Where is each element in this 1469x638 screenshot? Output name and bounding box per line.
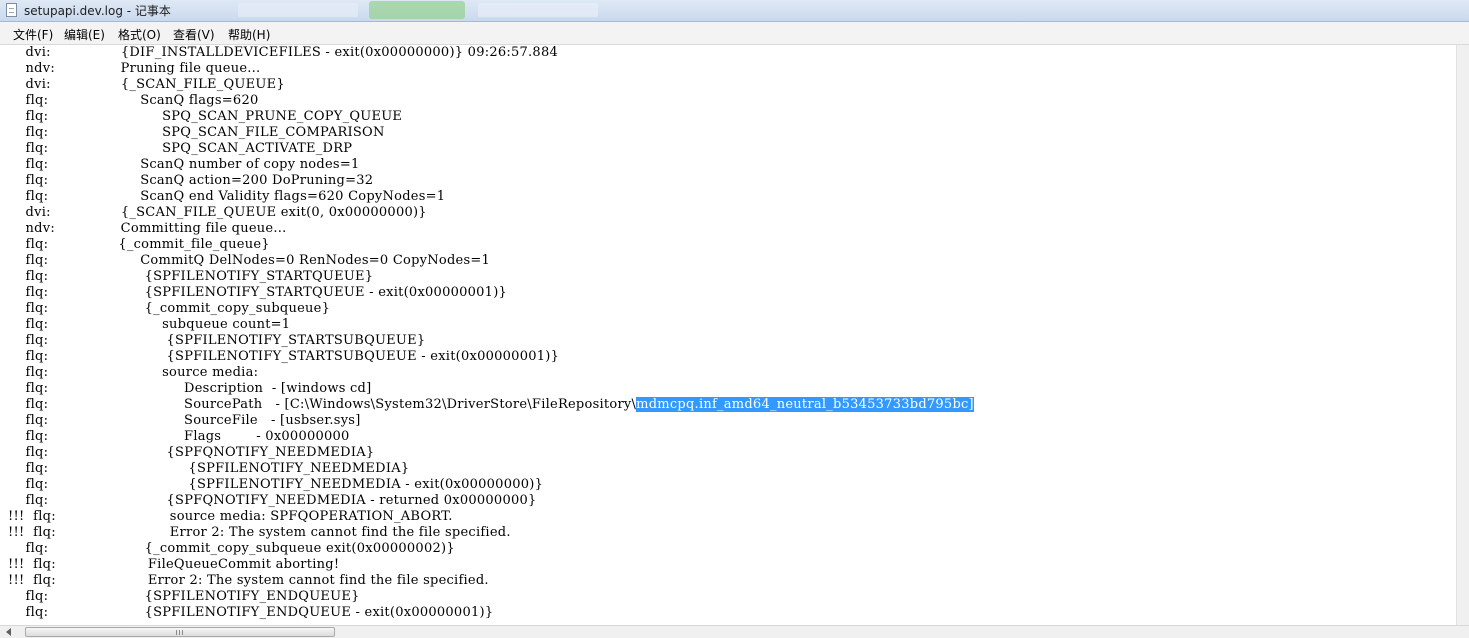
menu-file[interactable]: 文件(F) bbox=[13, 26, 53, 43]
log-line: flq: ScanQ number of copy nodes=1 bbox=[8, 157, 360, 172]
log-line: flq: ScanQ flags=620 bbox=[8, 93, 259, 108]
log-line: dvi: {_SCAN_FILE_QUEUE exit(0, 0x0000000… bbox=[8, 205, 427, 220]
background-green-button bbox=[369, 1, 465, 19]
log-line: flq: {_commit_copy_subqueue exit(0x00000… bbox=[8, 541, 455, 556]
log-line: flq: SPQ_SCAN_PRUNE_COPY_QUEUE bbox=[8, 109, 403, 124]
log-line: ndv: Committing file queue... bbox=[8, 221, 287, 236]
log-line: flq: {SPFQNOTIFY_NEEDMEDIA - returned 0x… bbox=[8, 493, 537, 508]
background-window-strip bbox=[238, 3, 358, 17]
background-window-strip-2 bbox=[478, 3, 598, 17]
log-line: ndv: Pruning file queue... bbox=[8, 61, 261, 76]
horizontal-scroll-thumb[interactable] bbox=[25, 627, 335, 637]
log-line: flq: subqueue count=1 bbox=[8, 317, 291, 332]
scroll-left-arrow-icon[interactable] bbox=[6, 628, 11, 636]
log-line: !!! flq: Error 2: The system cannot find… bbox=[8, 573, 489, 588]
log-line: flq: SPQ_SCAN_ACTIVATE_DRP bbox=[8, 141, 353, 156]
vertical-scrollbar[interactable] bbox=[1456, 45, 1469, 625]
log-line: flq: Description - [windows cd] bbox=[8, 381, 372, 396]
menu-view[interactable]: 查看(V) bbox=[173, 26, 215, 43]
menu-bar: 文件(F) 编辑(E) 格式(O) 查看(V) 帮助(H) bbox=[0, 22, 1469, 45]
selected-text[interactable]: mdmcpq.inf_amd64_neutral_b53453733bd795b… bbox=[636, 397, 974, 412]
log-line: flq: {SPFILENOTIFY_STARTSUBQUEUE - exit(… bbox=[8, 349, 560, 364]
log-line: flq: {SPFILENOTIFY_NEEDMEDIA} bbox=[8, 461, 410, 476]
notepad-document-icon bbox=[6, 3, 17, 17]
log-line: flq: {SPFILENOTIFY_NEEDMEDIA - exit(0x00… bbox=[8, 477, 544, 492]
log-line: flq: ScanQ action=200 DoPruning=32 bbox=[8, 173, 374, 188]
log-line: flq: ScanQ end Validity flags=620 CopyNo… bbox=[8, 189, 446, 204]
log-line: !!! flq: FileQueueCommit aborting! bbox=[8, 557, 340, 572]
log-line: flq: SPQ_SCAN_FILE_COMPARISON bbox=[8, 125, 385, 140]
title-bar: setupapi.dev.log - 记事本 bbox=[0, 0, 1469, 22]
log-line: flq: source media: bbox=[8, 365, 259, 380]
log-line: dvi: {_SCAN_FILE_QUEUE} bbox=[8, 77, 285, 92]
log-line: flq: SourceFile - [usbser.sys] bbox=[8, 413, 361, 428]
log-line: flq: Flags - 0x00000000 bbox=[8, 429, 350, 444]
log-line: flq: {SPFILENOTIFY_ENDQUEUE} bbox=[8, 589, 360, 604]
log-line-sourcepath: flq: SourcePath - [C:\Windows\System32\D… bbox=[0, 397, 1469, 413]
log-line: dvi: {DIF_INSTALLDEVICEFILES - exit(0x00… bbox=[8, 45, 558, 60]
log-line: flq: {SPFILENOTIFY_STARTQUEUE - exit(0x0… bbox=[8, 285, 508, 300]
window-title: setupapi.dev.log - 记事本 bbox=[24, 4, 171, 18]
menu-help[interactable]: 帮助(H) bbox=[228, 26, 270, 43]
log-line: flq: {_commit_file_queue} bbox=[8, 237, 270, 252]
log-line: flq: {SPFILENOTIFY_STARTSUBQUEUE} bbox=[8, 333, 426, 348]
log-line: flq: {SPFILENOTIFY_STARTQUEUE} bbox=[8, 269, 374, 284]
log-line: !!! flq: source media: SPFQOPERATION_ABO… bbox=[8, 509, 453, 524]
log-line: flq: {SPFILENOTIFY_ENDQUEUE - exit(0x000… bbox=[8, 605, 494, 620]
text-editor[interactable]: dvi: {DIF_INSTALLDEVICEFILES - exit(0x00… bbox=[0, 45, 1469, 625]
horizontal-scrollbar[interactable] bbox=[0, 625, 1469, 638]
sourcepath-prefix: flq: SourcePath - [C:\Windows\System32\D… bbox=[8, 397, 637, 412]
log-line: flq: CommitQ DelNodes=0 RenNodes=0 CopyN… bbox=[8, 253, 491, 268]
log-line: !!! flq: Error 2: The system cannot find… bbox=[8, 525, 511, 540]
menu-edit[interactable]: 编辑(E) bbox=[64, 26, 105, 43]
grip-icon bbox=[176, 630, 184, 635]
log-line: flq: {_commit_copy_subqueue} bbox=[8, 301, 331, 316]
log-line: flq: {SPFQNOTIFY_NEEDMEDIA} bbox=[8, 445, 375, 460]
menu-format[interactable]: 格式(O) bbox=[118, 26, 161, 43]
